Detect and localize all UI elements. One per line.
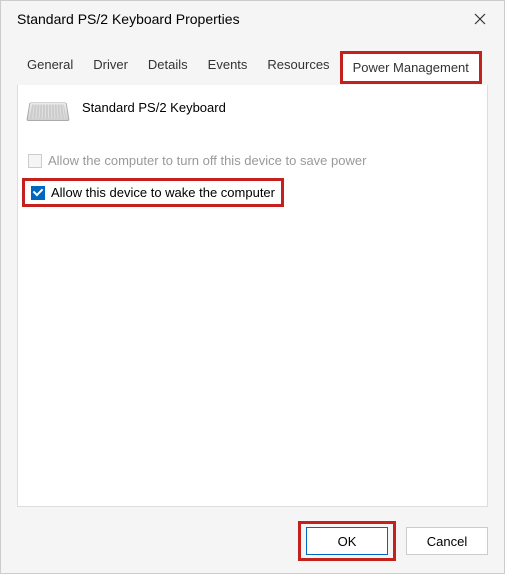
tab-resources[interactable]: Resources (257, 51, 339, 84)
option-turn-off-device: Allow the computer to turn off this devi… (28, 151, 477, 170)
tab-general[interactable]: General (17, 51, 83, 84)
turn-off-label: Allow the computer to turn off this devi… (48, 153, 366, 168)
tab-driver[interactable]: Driver (83, 51, 138, 84)
dialog-title: Standard PS/2 Keyboard Properties (17, 11, 240, 27)
keyboard-icon (26, 102, 69, 120)
dialog-buttons: OK Cancel (298, 521, 488, 561)
properties-dialog: Standard PS/2 Keyboard Properties Genera… (0, 0, 505, 574)
tab-strip: General Driver Details Events Resources … (1, 51, 504, 85)
close-button[interactable] (468, 7, 492, 31)
tab-power-management[interactable]: Power Management (340, 51, 482, 84)
close-icon (474, 13, 486, 25)
checkbox-turn-off (28, 154, 42, 168)
option-wake-computer-highlight: Allow this device to wake the computer (22, 178, 284, 207)
wake-label: Allow this device to wake the computer (51, 185, 275, 200)
device-header: Standard PS/2 Keyboard (28, 99, 477, 123)
ok-button[interactable]: OK (306, 527, 388, 555)
cancel-button[interactable]: Cancel (406, 527, 488, 555)
device-name: Standard PS/2 Keyboard (82, 100, 226, 115)
titlebar: Standard PS/2 Keyboard Properties (1, 1, 504, 37)
tab-events[interactable]: Events (198, 51, 258, 84)
tab-content: Standard PS/2 Keyboard Allow the compute… (17, 85, 488, 507)
tab-details[interactable]: Details (138, 51, 198, 84)
ok-highlight: OK (298, 521, 396, 561)
checkbox-wake[interactable] (31, 186, 45, 200)
